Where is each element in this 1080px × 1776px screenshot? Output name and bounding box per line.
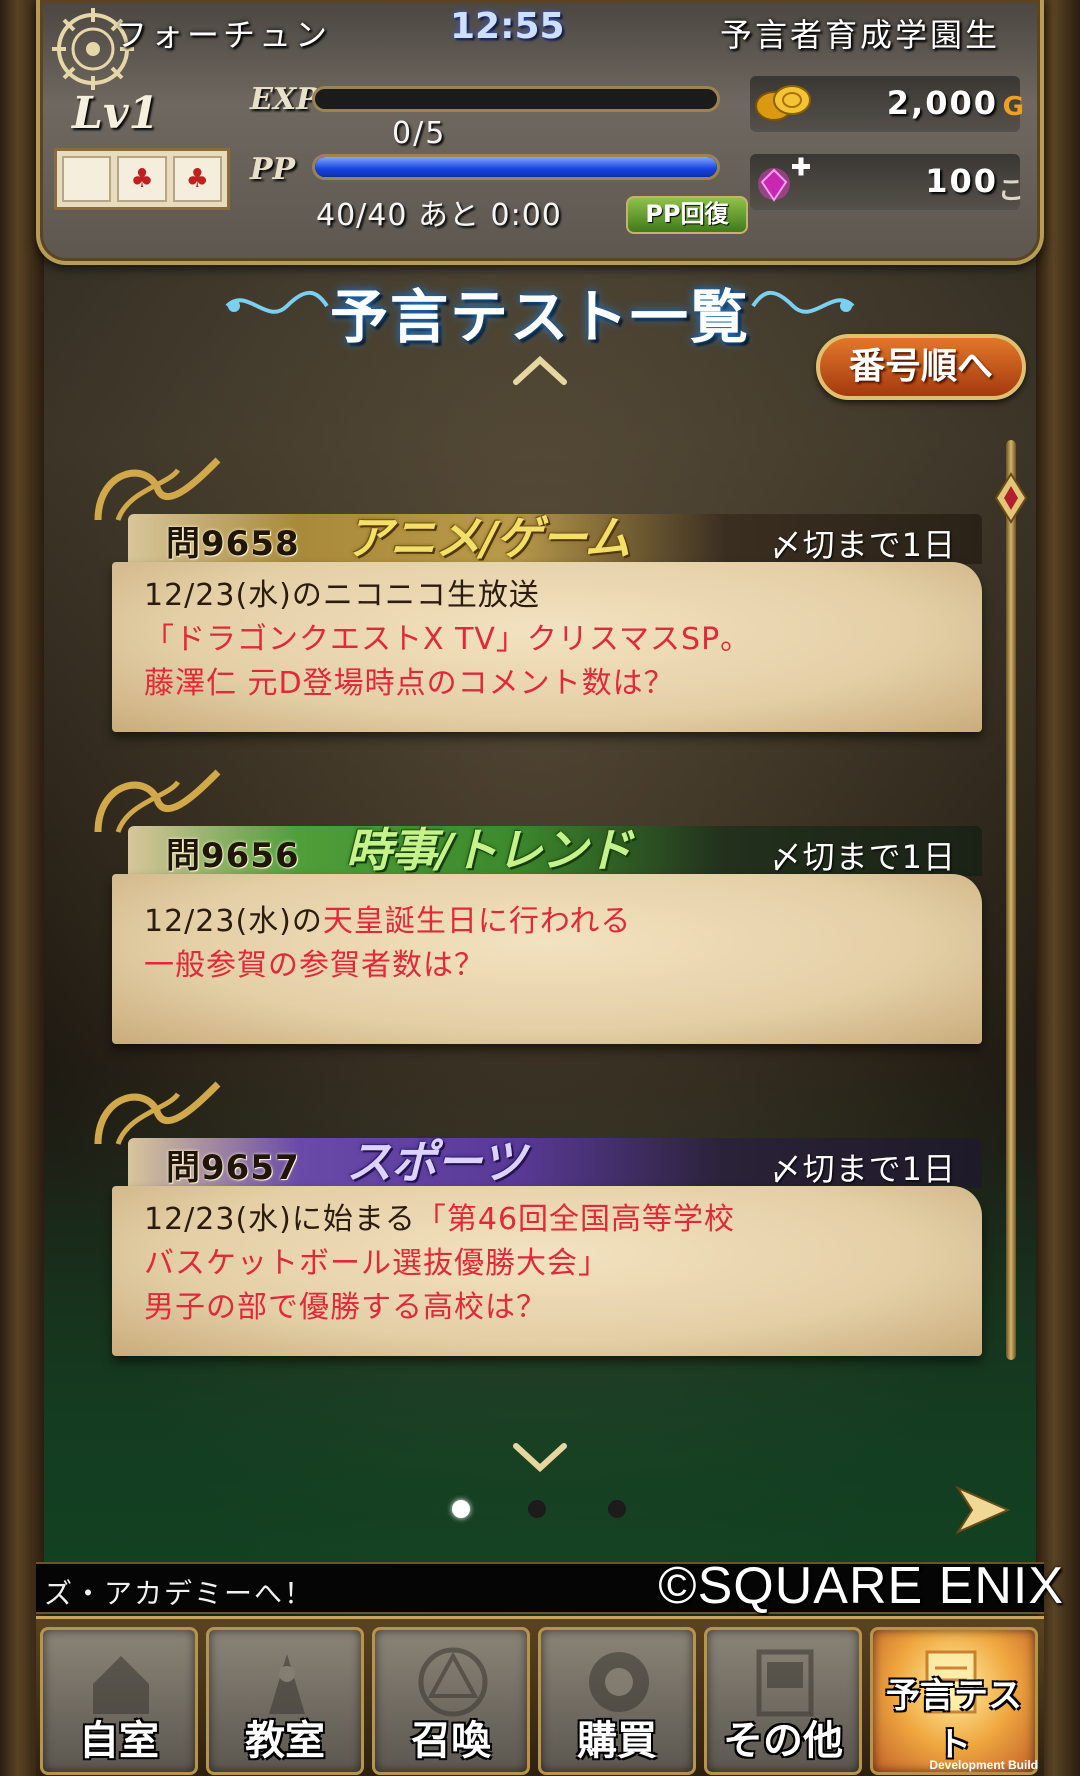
question-deadline: 〆切まで1日 <box>769 526 956 564</box>
question-line: 12/23(水)の天皇誕生日に行われる <box>144 900 964 944</box>
question-line-highlight: 藤澤仁 元D登場時点のコメント数は？ <box>144 666 675 701</box>
question-line-plain: 12/23(水)の <box>144 904 323 939</box>
chevron-down-icon[interactable] <box>510 1440 570 1476</box>
nav-home[interactable]: 自室 <box>40 1627 198 1775</box>
player-name: フォーチュン <box>115 16 332 54</box>
scroll-rail[interactable] <box>1006 440 1016 1360</box>
card-slot: ♣ <box>172 156 222 202</box>
gold-value: 2,000 <box>886 84 998 122</box>
question-text: 12/23(水)の天皇誕生日に行われる 一般参賀の参賀者数は？ <box>144 900 964 988</box>
nav-label: 購買 <box>577 1717 657 1764</box>
nav-summon[interactable]: 召喚 <box>372 1627 530 1775</box>
pp-bar <box>312 154 720 180</box>
nav-classroom[interactable]: 教室 <box>206 1627 364 1775</box>
card-slot: ♣ <box>117 156 167 202</box>
ornament-right-icon <box>751 290 855 314</box>
ticker-text: ズ・アカデミーへ！ <box>44 1577 315 1610</box>
exp-value: 0/5 <box>392 116 447 151</box>
card-slot <box>62 156 112 202</box>
nav-label: 自室 <box>79 1717 159 1764</box>
question-line-highlight: 「ドラゴンクエストX TV」クリスマスSP。 <box>144 622 752 657</box>
nav-prophecy-test[interactable]: 予言テスト <box>870 1627 1038 1775</box>
chevron-up-icon[interactable] <box>510 352 570 388</box>
next-arrow-icon[interactable] <box>954 1484 1012 1536</box>
sort-by-number-button[interactable]: 番号順へ <box>816 334 1026 400</box>
player-title: 予言者育成学園生 <box>719 16 1000 54</box>
question-category: 時事/トレンド <box>346 823 633 877</box>
copyright: ©SQUARE ENIX <box>658 1557 1064 1615</box>
question-card[interactable]: 問9656 時事/トレンド 〆切まで1日 12/23(水)の天皇誕生日に行われる… <box>88 762 982 1052</box>
coin-icon <box>755 85 811 121</box>
pp-value: 40/40 あと 0:00 <box>316 198 562 233</box>
question-deadline: 〆切まで1日 <box>769 838 956 876</box>
question-deadline: 〆切まで1日 <box>769 1150 956 1188</box>
question-line-highlight: 「第46回全国高等学校 <box>415 1202 736 1237</box>
dev-build-label: Development Build <box>929 1758 1038 1772</box>
question-number: 問9656 <box>166 836 300 876</box>
question-line: 12/23(水)のニコニコ生放送 <box>144 578 540 613</box>
question-card[interactable]: 問9658 アニメ/ゲーム 〆切まで1日 12/23(水)のニコニコ生放送 「ド… <box>88 450 982 740</box>
question-line-highlight: 一般参賀の参賀者数は？ <box>144 948 485 983</box>
nav-label: 予言テスト <box>886 1676 1022 1765</box>
scroll-thumb[interactable] <box>994 472 1028 524</box>
question-line-highlight: バスケットボール選抜優勝大会」 <box>144 1246 609 1281</box>
nav-label: 召喚 <box>411 1717 491 1764</box>
exp-label: EXP <box>250 82 319 117</box>
pp-recover-button[interactable]: PP回復 <box>626 196 748 234</box>
nav-label: 教室 <box>245 1717 325 1764</box>
question-card[interactable]: 問9657 スポーツ 〆切まで1日 12/23(水)に始まる「第46回全国高等学… <box>88 1074 982 1364</box>
card-slots: ♣ ♣ <box>54 148 230 210</box>
nav-shop[interactable]: 購買 <box>538 1627 696 1775</box>
nav-label: その他 <box>723 1717 843 1764</box>
page-indicator <box>0 1500 1080 1530</box>
page-dot-active[interactable] <box>452 1500 470 1518</box>
exp-bar <box>312 86 720 112</box>
question-category: スポーツ <box>346 1135 526 1189</box>
gem-value: 100 <box>925 162 998 200</box>
question-line-highlight: 天皇誕生日に行われる <box>322 904 632 939</box>
page-dot[interactable] <box>528 1500 546 1518</box>
question-number: 問9657 <box>166 1148 300 1188</box>
question-number: 問9658 <box>166 524 300 564</box>
question-text: 12/23(水)に始まる「第46回全国高等学校 バスケットボール選抜優勝大会」 … <box>144 1198 964 1330</box>
question-line-plain: 12/23(水)に始まる <box>144 1202 416 1237</box>
gold-unit: G <box>1002 92 1024 122</box>
question-text: 12/23(水)のニコニコ生放送 「ドラゴンクエストX TV」クリスマスSP。 … <box>144 574 964 706</box>
question-line: 男子の部で優勝する高校は？ <box>144 1290 547 1325</box>
nav-other[interactable]: その他 <box>704 1627 862 1775</box>
pp-label: PP <box>250 152 296 187</box>
gem-add-icon[interactable] <box>752 156 814 206</box>
question-category: アニメ/ゲーム <box>346 511 631 565</box>
question-line: 12/23(水)に始まる「第46回全国高等学校 <box>144 1198 964 1242</box>
level-indicator: Lv1 <box>72 88 160 139</box>
clock: 12:55 <box>450 6 565 47</box>
gem-unit: こ <box>997 176 1024 206</box>
page-dot[interactable] <box>608 1500 626 1518</box>
pp-bar-fill <box>315 157 717 177</box>
bottom-nav: 自室 教室 召喚 購買 その他 予言テスト Development Build <box>36 1616 1044 1776</box>
